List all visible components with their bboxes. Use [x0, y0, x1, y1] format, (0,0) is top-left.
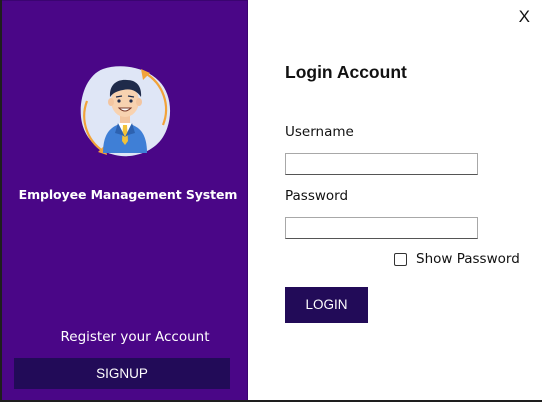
employee-avatar-icon	[80, 66, 171, 157]
login-window: Employee Management System Register your…	[0, 0, 542, 402]
show-password-checkbox[interactable]	[394, 252, 407, 266]
close-button[interactable]: X	[519, 7, 530, 27]
signup-button[interactable]: SIGNUP	[14, 358, 230, 389]
register-label: Register your Account	[60, 329, 210, 345]
window-left-border	[0, 0, 2, 402]
username-input[interactable]	[285, 153, 478, 175]
login-title: Login Account	[285, 62, 407, 82]
show-password-toggle[interactable]: Show Password	[394, 251, 520, 267]
password-input[interactable]	[285, 217, 478, 239]
login-button[interactable]: LOGIN	[285, 287, 368, 323]
left-panel: Employee Management System Register your…	[0, 0, 248, 401]
show-password-label: Show Password	[416, 251, 520, 267]
app-title: Employee Management System	[18, 187, 238, 202]
password-label: Password	[285, 188, 349, 204]
username-label: Username	[285, 124, 354, 140]
